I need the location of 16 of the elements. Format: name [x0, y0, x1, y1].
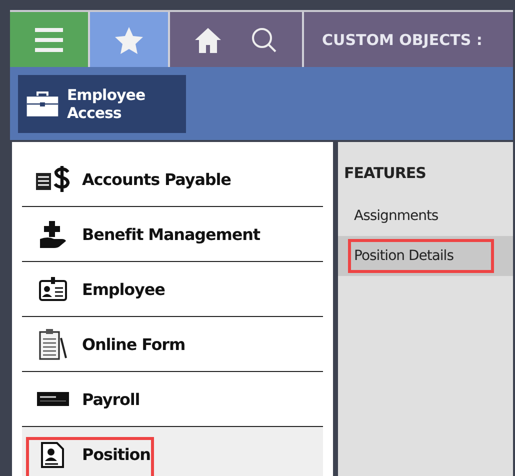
- money-icon: [35, 166, 71, 192]
- check-icon: [36, 390, 70, 408]
- page-title: CUSTOM OBJECTS :: [322, 30, 482, 48]
- features-heading: FEATURES: [344, 164, 427, 182]
- search-icon[interactable]: [250, 26, 278, 54]
- sidebar-item[interactable]: Position: [22, 427, 323, 476]
- feature-item[interactable]: Assignments: [338, 196, 513, 236]
- home-icon[interactable]: [194, 26, 222, 54]
- id-card-icon: [38, 276, 68, 302]
- hand-plus-icon: [38, 219, 68, 249]
- clipboard-icon: [38, 328, 68, 360]
- star-icon[interactable]: [114, 26, 144, 54]
- feature-item[interactable]: Position Details: [338, 236, 513, 276]
- document-person-icon: [40, 440, 66, 468]
- employee-access-button[interactable]: Employee Access: [18, 74, 186, 132]
- menu-icon[interactable]: [33, 26, 65, 52]
